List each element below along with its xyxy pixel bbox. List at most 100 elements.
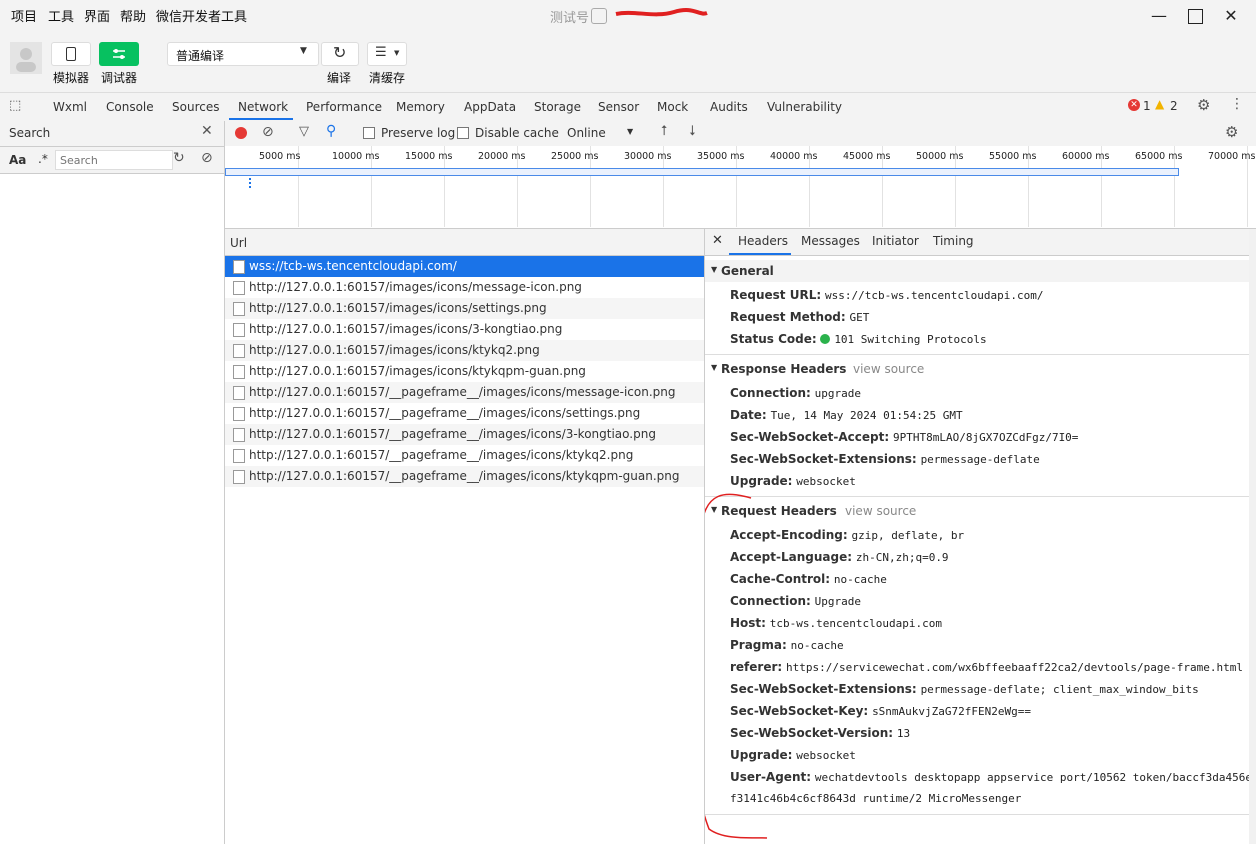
menu-wechat-devtools[interactable]: 微信开发者工具: [156, 6, 247, 25]
export-har-icon[interactable]: ⭣: [689, 123, 696, 139]
table-row[interactable]: http://127.0.0.1:60157/images/icons/3-ko…: [225, 319, 704, 340]
tab-messages[interactable]: Messages: [801, 234, 860, 248]
warning-count[interactable]: 2: [1170, 99, 1178, 113]
url-column-header[interactable]: Url: [230, 236, 247, 250]
tab-sensor[interactable]: Sensor: [598, 100, 639, 114]
timeline-tick-label: 65000 ms: [1135, 151, 1183, 162]
divider: [705, 814, 1250, 815]
tab-sources[interactable]: Sources: [172, 100, 219, 114]
avatar[interactable]: [10, 42, 42, 74]
test-account-icon: [591, 8, 607, 24]
header-value: tcb-ws.tencentcloudapi.com: [769, 617, 942, 630]
header-value: no-cache: [833, 573, 887, 586]
clear-log-icon[interactable]: ⊘: [262, 124, 274, 140]
image-file-icon: [233, 302, 245, 316]
compile-mode-select[interactable]: 普通编译 ▼: [167, 42, 319, 66]
refresh-icon[interactable]: ↻: [173, 150, 185, 166]
error-count[interactable]: 1: [1143, 99, 1151, 113]
response-headers-section-header[interactable]: ▼ Response Headers view source: [705, 358, 1250, 380]
general-section-header[interactable]: ▼ General: [705, 260, 1250, 282]
network-overview-timeline[interactable]: 5000 ms 10000 ms 15000 ms 20000 ms 25000 ms 3…: [225, 146, 1256, 229]
tab-network[interactable]: Network: [238, 100, 288, 114]
view-source-link[interactable]: view source: [853, 362, 924, 376]
simulator-label: 模拟器: [52, 71, 89, 85]
tab-performance[interactable]: Performance: [306, 100, 382, 114]
import-har-icon[interactable]: ⭡: [661, 123, 668, 139]
network-settings-icon[interactable]: ⚙: [1225, 123, 1238, 141]
tab-initiator[interactable]: Initiator: [872, 234, 919, 248]
table-row[interactable]: http://127.0.0.1:60157/__pageframe__/ima…: [225, 466, 704, 487]
preserve-log-checkbox[interactable]: [363, 127, 375, 139]
header-value: no-cache: [790, 639, 844, 652]
main-toolbar: 模拟器 调试器 普通编译 ▼ ↻ 编译 ☰ ▼ 清缓存: [0, 32, 1256, 92]
header-value: websocket: [796, 475, 856, 488]
timeline-tick-label: 25000 ms: [551, 151, 599, 162]
table-row[interactable]: http://127.0.0.1:60157/images/icons/sett…: [225, 298, 704, 319]
header-value: upgrade: [814, 387, 862, 400]
regex-toggle[interactable]: .*: [38, 152, 48, 166]
table-row[interactable]: http://127.0.0.1:60157/__pageframe__/ima…: [225, 445, 704, 466]
details-scrollbar[interactable]: [1249, 229, 1256, 844]
timeline-tick-label: 15000 ms: [405, 151, 453, 162]
menu-view[interactable]: 界面: [84, 6, 110, 25]
clear-cache-button[interactable]: ☰ ▼: [367, 42, 407, 66]
timeline-tick-label: 10000 ms: [332, 151, 380, 162]
header-value: 13: [896, 727, 911, 740]
debugger-button[interactable]: [99, 42, 139, 66]
menu-tools[interactable]: 工具: [48, 6, 74, 25]
maximize-icon: [1187, 9, 1203, 24]
more-options-icon[interactable]: ⋮: [1230, 96, 1244, 112]
tab-wxml[interactable]: Wxml: [53, 100, 87, 114]
disable-cache-label: Disable cache: [475, 126, 559, 140]
timeline-tick-label: 55000 ms: [989, 151, 1037, 162]
tab-storage[interactable]: Storage: [534, 100, 581, 114]
clear-icon[interactable]: ⊘: [201, 150, 213, 166]
table-row[interactable]: http://127.0.0.1:60157/images/icons/mess…: [225, 277, 704, 298]
minimize-button[interactable]: —: [1145, 4, 1173, 28]
table-row[interactable]: http://127.0.0.1:60157/__pageframe__/ima…: [225, 403, 704, 424]
tab-audits[interactable]: Audits: [710, 100, 748, 114]
tab-memory[interactable]: Memory: [396, 100, 445, 114]
table-row[interactable]: http://127.0.0.1:60157/__pageframe__/ima…: [225, 424, 704, 445]
request-list: Url wss://tcb-ws.tencentcloudapi.com/htt…: [225, 229, 705, 844]
timeline-tick-label: 70000 ms: [1208, 151, 1256, 162]
table-row[interactable]: http://127.0.0.1:60157/images/icons/ktyk…: [225, 340, 704, 361]
close-icon[interactable]: ✕: [201, 123, 213, 139]
record-icon[interactable]: [235, 127, 247, 139]
search-input[interactable]: [55, 150, 173, 170]
tab-vulnerability[interactable]: Vulnerability: [767, 100, 842, 114]
image-file-icon: [233, 323, 245, 337]
header-value: wechatdevtools desktopapp appservice por…: [814, 771, 1256, 784]
status-green-dot-icon: [820, 334, 831, 344]
dom-content-marker: [249, 178, 252, 188]
tab-console[interactable]: Console: [106, 100, 154, 114]
throttling-select[interactable]: Online: [567, 126, 606, 140]
search-icon[interactable]: ⚲: [326, 123, 336, 139]
header-value: sSnmAukvjZaG72fFEN2eWg==: [872, 705, 1032, 718]
view-source-link[interactable]: view source: [845, 504, 916, 518]
simulator-button[interactable]: [51, 42, 91, 66]
inspect-element-icon[interactable]: ⬚: [9, 98, 21, 113]
menu-help[interactable]: 帮助: [120, 6, 146, 25]
tab-appdata[interactable]: AppData: [464, 100, 516, 114]
request-headers-section-header[interactable]: ▼ Request Headers view source: [705, 500, 1250, 522]
close-window-button[interactable]: ✕: [1217, 4, 1245, 28]
settings-gear-icon[interactable]: ⚙: [1197, 96, 1210, 114]
compile-button[interactable]: ↻: [321, 42, 359, 66]
request-url: http://127.0.0.1:60157/images/icons/sett…: [249, 301, 547, 315]
tab-mock[interactable]: Mock: [657, 100, 688, 114]
request-url: http://127.0.0.1:60157/__pageframe__/ima…: [249, 427, 656, 441]
header-value: Tue, 14 May 2024 01:54:25 GMT: [770, 409, 963, 422]
request-url: http://127.0.0.1:60157/images/icons/3-ko…: [249, 322, 563, 336]
tab-timing[interactable]: Timing: [933, 234, 974, 248]
table-row[interactable]: wss://tcb-ws.tencentcloudapi.com/: [225, 256, 704, 277]
menu-project[interactable]: 项目: [11, 6, 37, 25]
match-case-toggle[interactable]: Aa: [9, 153, 26, 167]
table-row[interactable]: http://127.0.0.1:60157/images/icons/ktyk…: [225, 361, 704, 382]
disable-cache-checkbox[interactable]: [457, 127, 469, 139]
header-value: zh-CN,zh;q=0.9: [855, 551, 949, 564]
image-file-icon: [233, 365, 245, 379]
filter-icon[interactable]: ▽: [299, 124, 309, 139]
maximize-button[interactable]: [1181, 4, 1209, 28]
table-row[interactable]: http://127.0.0.1:60157/__pageframe__/ima…: [225, 382, 704, 403]
